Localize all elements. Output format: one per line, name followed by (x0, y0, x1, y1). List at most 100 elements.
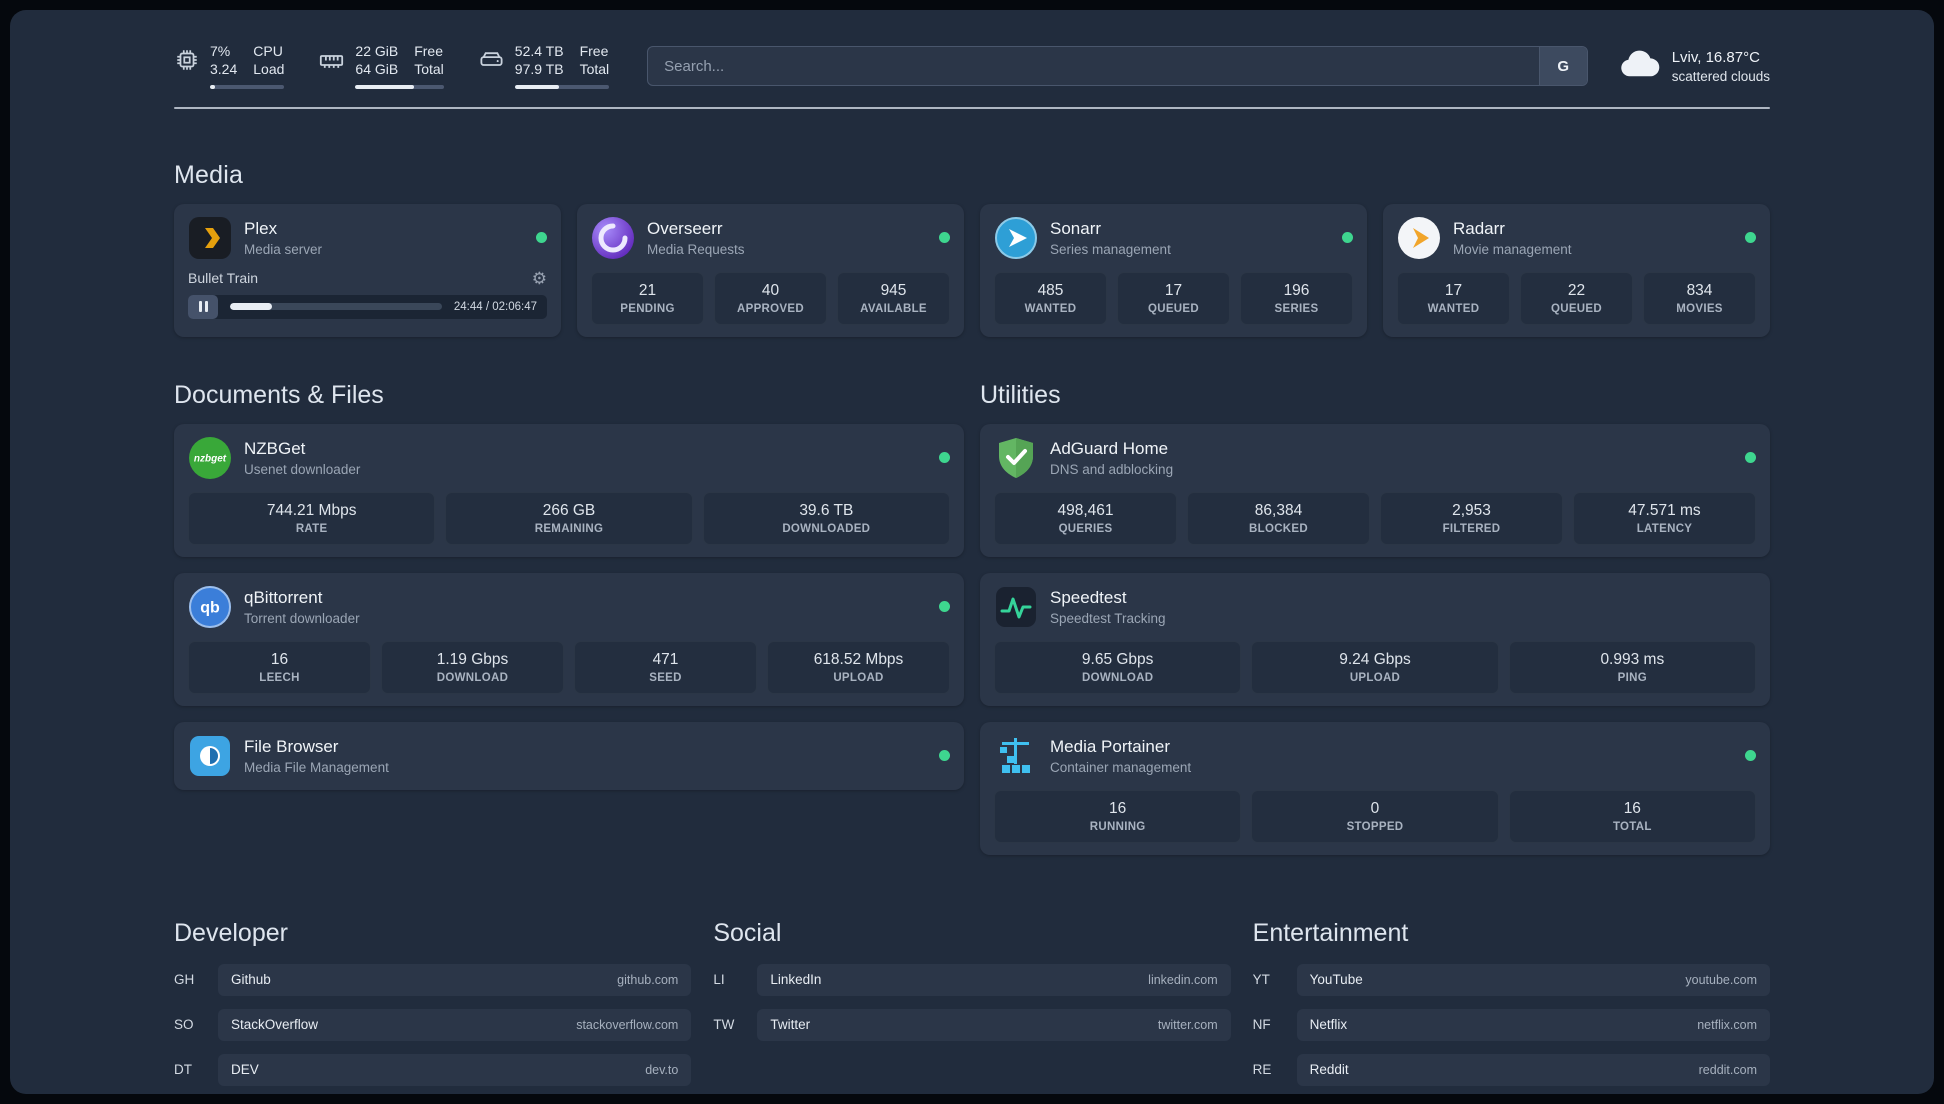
bookmark-domain: dev.to (645, 1062, 679, 1077)
service-card-sonarr[interactable]: Sonarr Series management 485 WANTED 17 Q… (980, 203, 1367, 337)
service-description: Media File Management (244, 759, 389, 775)
bookmark-name: YouTube (1309, 972, 1363, 988)
status-dot-online (1745, 232, 1756, 244)
stat-tile: 266 GB REMAINING (445, 491, 693, 545)
bookmark-abbr: LI (713, 972, 725, 988)
stat-row: 744.21 Mbps RATE 266 GB REMAINING 39.6 T… (188, 491, 950, 545)
stat-value: 485 (1037, 281, 1064, 299)
stat-value: 0 (1370, 799, 1380, 817)
service-description: DNS and adblocking (1050, 461, 1174, 477)
svg-text:qb: qb (200, 599, 220, 616)
service-name: Overseerr (647, 218, 723, 238)
disk-free: 52.4 TB (514, 43, 564, 59)
stat-tile: 945 AVAILABLE (837, 271, 950, 325)
stat-tile: 86,384 BLOCKED (1187, 491, 1370, 545)
cpu-label-top: CPU (253, 43, 283, 59)
status-dot-online (939, 750, 950, 762)
stat-label: SEED (649, 671, 682, 684)
cpu-widget: 7% 3.24 CPU Load (174, 43, 285, 89)
stat-label: RATE (295, 522, 328, 535)
service-card-portainer[interactable]: Media Portainer Container management 16 … (980, 721, 1770, 855)
gear-icon[interactable]: ⚙ (532, 270, 547, 287)
bookmark-link-youtube[interactable]: YouTube youtube.com (1296, 963, 1770, 996)
bookmark-name: Reddit (1309, 1062, 1349, 1078)
stat-value: 471 (652, 650, 679, 668)
bookmark-link-github[interactable]: Github github.com (218, 963, 692, 996)
service-card-speedtest[interactable]: Speedtest Speedtest Tracking 9.65 Gbps D… (980, 572, 1770, 706)
service-description: Usenet downloader (244, 461, 361, 477)
bookmark-name: DEV (231, 1062, 259, 1078)
bookmark-name: Github (231, 972, 271, 988)
stat-tile: 17 QUEUED (1117, 271, 1230, 325)
player-progress-track[interactable] (230, 303, 442, 311)
service-card-plex[interactable]: Plex Media server Bullet Train ⚙ 24:44 /… (174, 203, 561, 337)
search-provider-button[interactable]: G (1538, 47, 1587, 86)
svg-text:nzbget: nzbget (194, 453, 227, 464)
stat-value: 9.65 Gbps (1081, 650, 1154, 668)
stat-value: 196 (1283, 281, 1310, 299)
section-title-media: Media (174, 160, 244, 189)
stat-label: APPROVED (737, 302, 804, 315)
bookmark-abbr: NF (1252, 1017, 1271, 1033)
media-card-grid: Plex Media server Bullet Train ⚙ 24:44 /… (174, 203, 1770, 337)
service-name: File Browser (244, 736, 339, 756)
service-name: NZBGet (244, 438, 306, 458)
stat-tile: 16 RUNNING (994, 789, 1242, 843)
service-card-radarr[interactable]: Radarr Movie management 17 WANTED 22 QUE… (1383, 203, 1770, 337)
stat-label: STOPPED (1346, 820, 1404, 833)
section-title-developer: Developer (174, 918, 288, 947)
stat-tile: 16 TOTAL (1508, 789, 1756, 843)
stat-label: PENDING (620, 302, 675, 315)
stat-row: 16 RUNNING 0 STOPPED 16 TOTAL (994, 789, 1756, 843)
bookmark-link-reddit[interactable]: Reddit reddit.com (1296, 1053, 1770, 1086)
stat-value: 40 (761, 281, 780, 299)
stat-label: SERIES (1274, 302, 1319, 315)
bookmark-link-twitter[interactable]: Twitter twitter.com (757, 1008, 1231, 1041)
bookmark-name: StackOverflow (231, 1017, 319, 1033)
service-description: Media Requests (647, 241, 745, 257)
filebrowser-icon (188, 734, 232, 778)
stat-value: 744.21 Mbps (266, 501, 357, 519)
plex-now-playing: Bullet Train ⚙ 24:44 / 02:06:47 (188, 270, 547, 319)
service-card-nzbget[interactable]: nzbget NZBGet Usenet downloader 744.21 M… (174, 423, 964, 557)
stat-tile: 834 MOVIES (1643, 271, 1756, 325)
bookmark-row: SO StackOverflow stackoverflow.com (174, 1008, 692, 1041)
service-description: Media server (244, 241, 323, 257)
player-time: 24:44 / 02:06:47 (453, 300, 537, 313)
service-name: qBittorrent (244, 587, 323, 607)
service-card-filebrowser[interactable]: File Browser Media File Management (174, 721, 964, 790)
stat-row: 21 PENDING 40 APPROVED 945 AVAILABLE (591, 271, 950, 325)
stat-label: BLOCKED (1249, 522, 1308, 535)
service-card-overseerr[interactable]: Overseerr Media Requests 21 PENDING 40 A… (577, 203, 964, 337)
stat-label: REMAINING (534, 522, 604, 535)
service-description: Movie management (1453, 241, 1572, 257)
stat-value: 17 (1444, 281, 1463, 299)
stat-label: TOTAL (1612, 820, 1652, 833)
bookmark-link-dev[interactable]: DEV dev.to (218, 1053, 692, 1086)
cpu-bar-fill (210, 84, 216, 89)
service-card-adguard[interactable]: AdGuard Home DNS and adblocking 498,461 … (980, 423, 1770, 557)
stat-tile: 16 LEECH (188, 640, 371, 694)
pause-button[interactable] (188, 294, 218, 319)
stat-label: LEECH (259, 671, 300, 684)
stat-tile: 618.52 Mbps UPLOAD (767, 640, 950, 694)
stat-label: DOWNLOAD (436, 671, 509, 684)
status-dot-online (536, 232, 547, 244)
memory-bar-fill (355, 84, 414, 89)
memory-widget: 22 GiB 64 GiB Free Total (318, 43, 444, 89)
bookmark-link-stackoverflow[interactable]: StackOverflow stackoverflow.com (218, 1008, 692, 1041)
section-title-utilities: Utilities (980, 380, 1061, 409)
search-bar: G (647, 46, 1588, 87)
service-card-qbittorrent[interactable]: qb qBittorrent Torrent downloader 16 LEE… (174, 572, 964, 706)
service-description: Series management (1050, 241, 1171, 257)
weather-condition: scattered clouds (1671, 68, 1770, 84)
cpu-load: 3.24 (210, 61, 238, 78)
search-input[interactable] (648, 47, 1539, 86)
qbittorrent-icon: qb (188, 585, 232, 629)
bookmark-row: LI LinkedIn linkedin.com (713, 963, 1231, 996)
sonarr-icon (994, 216, 1038, 260)
stat-label: DOWNLOADED (782, 522, 871, 535)
bookmark-link-netflix[interactable]: Netflix netflix.com (1296, 1008, 1770, 1041)
bookmark-link-linkedin[interactable]: LinkedIn linkedin.com (757, 963, 1231, 996)
stat-value: 17 (1164, 281, 1183, 299)
